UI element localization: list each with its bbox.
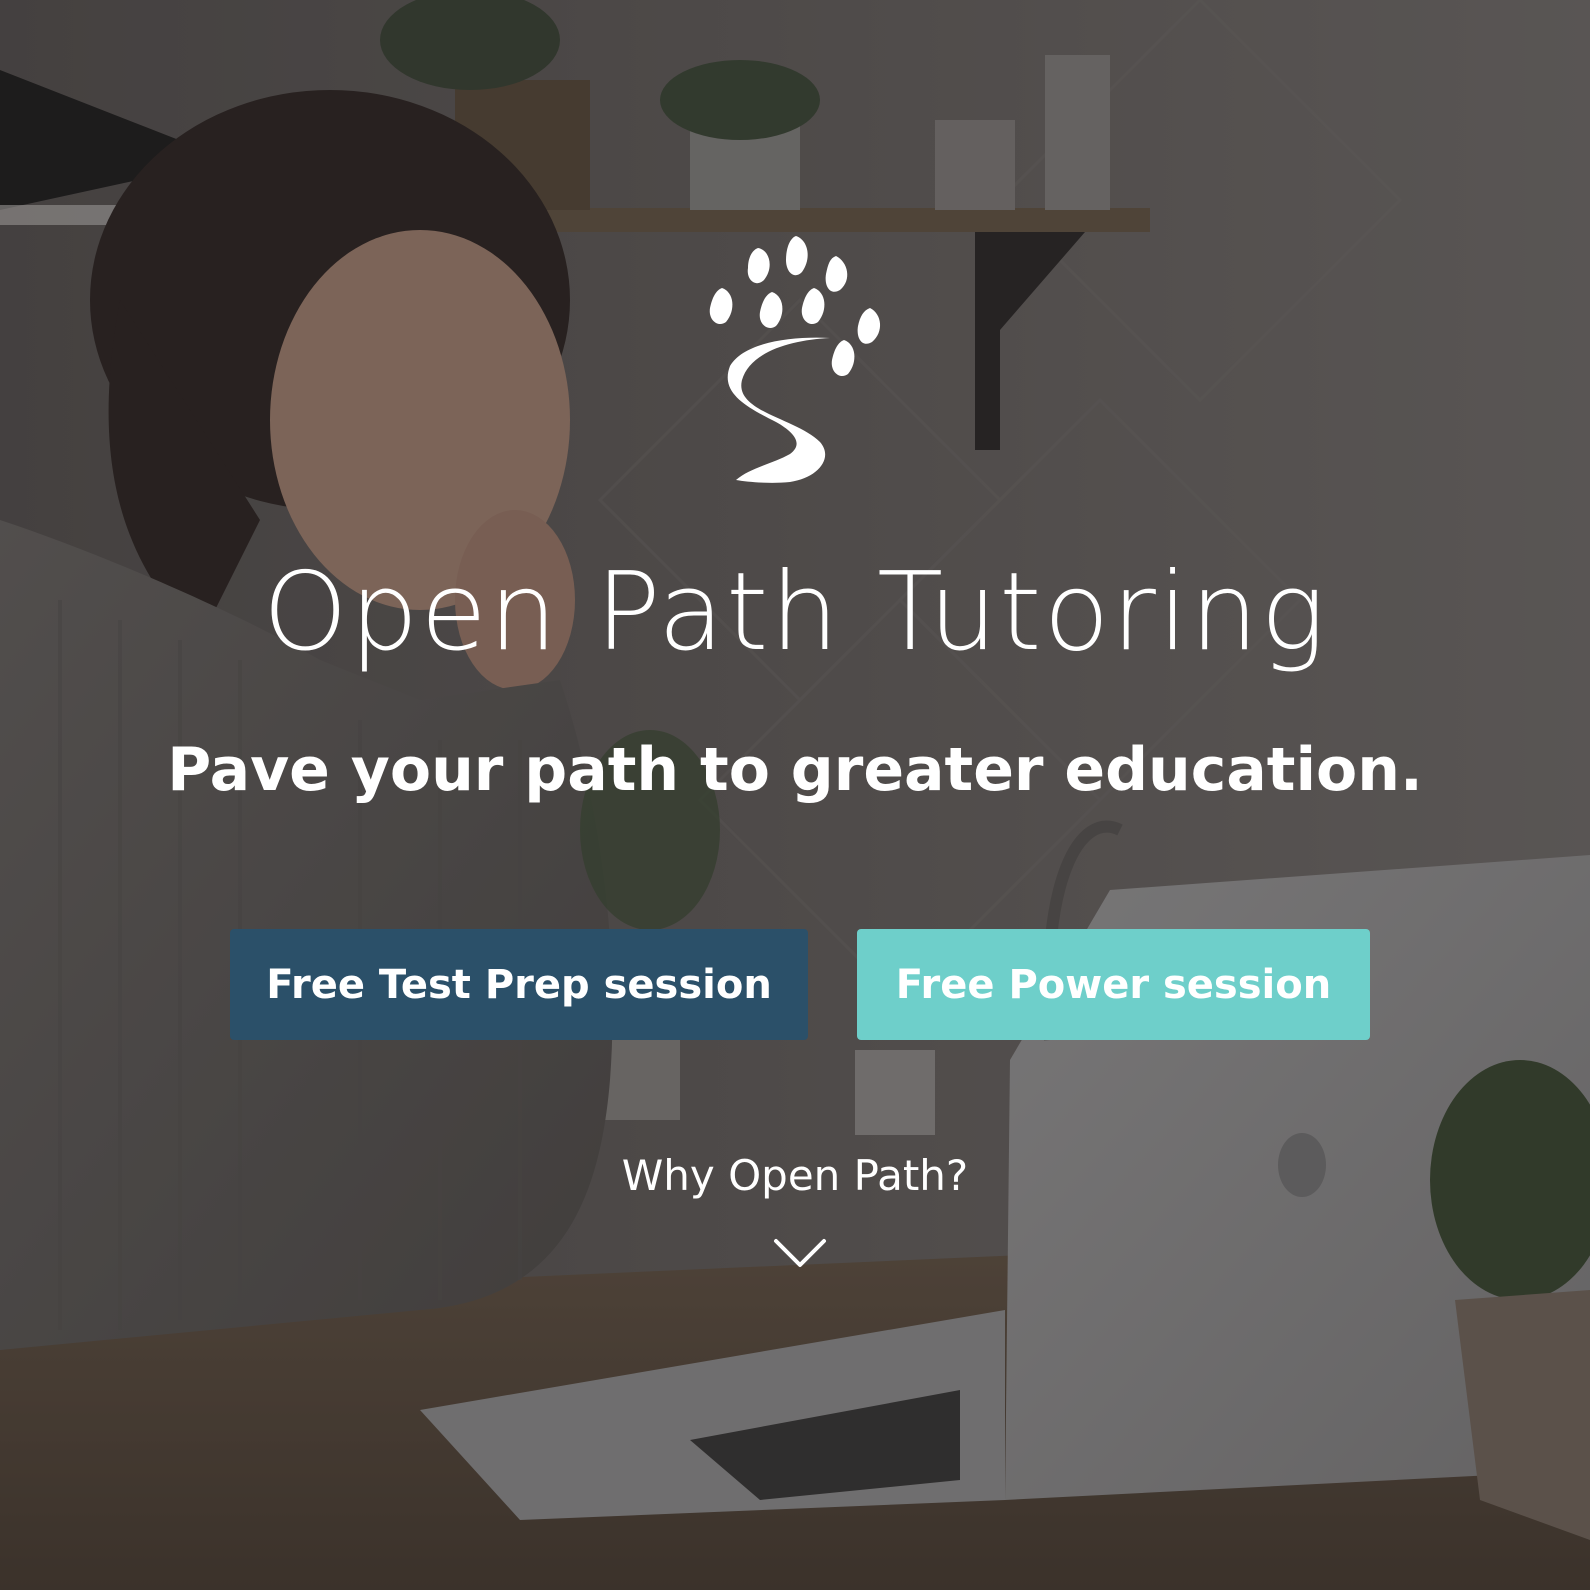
free-test-prep-session-button[interactable]: Free Test Prep session [230, 929, 808, 1040]
why-open-path-link[interactable]: Why Open Path? [0, 1148, 1590, 1204]
free-test-prep-session-label: Free Test Prep session [266, 961, 772, 1008]
leaf-tree-path-logo-icon [709, 236, 881, 483]
free-power-session-button[interactable]: Free Power session [857, 929, 1370, 1040]
chevron-down-icon[interactable] [773, 1236, 827, 1270]
hero-section: Open Path Tutoring Pave your path to gre… [0, 0, 1590, 1590]
site-title: Open Path Tutoring [262, 550, 1328, 675]
free-power-session-label: Free Power session [895, 961, 1332, 1008]
hero-tagline: Pave your path to greater education. [167, 735, 1423, 805]
